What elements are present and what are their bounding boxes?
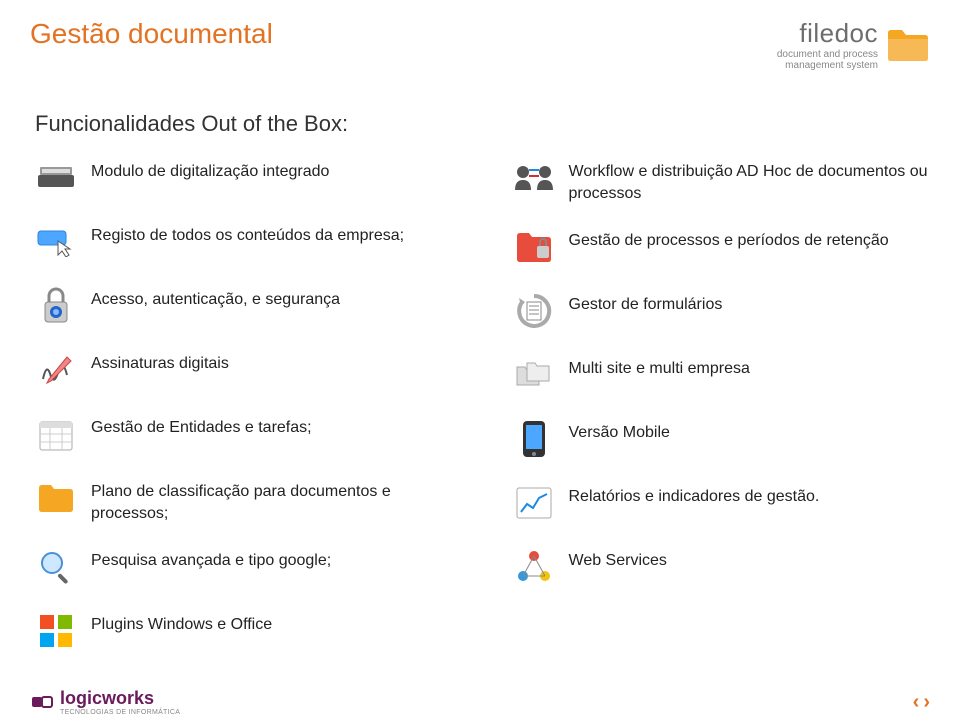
feature-item: Gestão de processos e períodos de retenç… bbox=[513, 226, 931, 268]
logo-name: filedoc bbox=[799, 18, 878, 49]
feature-item: Versão Mobile bbox=[513, 418, 931, 460]
left-column: Modulo de digitalização integrado Regist… bbox=[35, 157, 453, 652]
footer-logo: logicworks TECNOLOGIAS DE INFORMÁTICA bbox=[30, 688, 180, 716]
feature-label: Relatórios e indicadores de gestão. bbox=[569, 482, 820, 508]
feature-item: Pesquisa avançada e tipo google; bbox=[35, 546, 453, 588]
logo-tagline-2: management system bbox=[785, 60, 878, 71]
forms-cycle-icon bbox=[513, 290, 555, 332]
signature-icon bbox=[35, 349, 77, 391]
feature-item: Workflow e distribuição AD Hoc de docume… bbox=[513, 157, 931, 204]
search-icon bbox=[35, 546, 77, 588]
folder-plan-icon bbox=[35, 477, 77, 519]
feature-label: Gestão de Entidades e tarefas; bbox=[91, 413, 312, 439]
feature-item: Multi site e multi empresa bbox=[513, 354, 931, 396]
windows-office-icon bbox=[35, 610, 77, 652]
feature-label: Plugins Windows e Office bbox=[91, 610, 272, 636]
feature-item: Plano de classificação para documentos e… bbox=[35, 477, 453, 524]
feature-label: Gestão de processos e períodos de retenç… bbox=[569, 226, 889, 252]
logicworks-icon bbox=[30, 690, 54, 714]
feature-label: Web Services bbox=[569, 546, 667, 572]
feature-label: Registo de todos os conteúdos da empresa… bbox=[91, 221, 404, 247]
cursor-button-icon bbox=[35, 221, 77, 263]
workflow-users-icon bbox=[513, 157, 555, 199]
footer-tagline: TECNOLOGIAS DE INFORMÁTICA bbox=[60, 709, 180, 716]
feature-item: Gestão de Entidades e tarefas; bbox=[35, 413, 453, 455]
right-column: Workflow e distribuição AD Hoc de docume… bbox=[513, 157, 931, 652]
feature-label: Modulo de digitalização integrado bbox=[91, 157, 329, 183]
feature-item: Web Services bbox=[513, 546, 931, 588]
feature-item: Plugins Windows e Office bbox=[35, 610, 453, 652]
chart-icon bbox=[513, 482, 555, 524]
feature-label: Pesquisa avançada e tipo google; bbox=[91, 546, 331, 572]
footer-company: logicworks bbox=[60, 688, 180, 709]
logo-tagline-1: document and process bbox=[777, 49, 878, 60]
prev-button[interactable]: ‹ bbox=[913, 691, 920, 714]
feature-item: Acesso, autenticação, e segurança bbox=[35, 285, 453, 327]
calendar-icon bbox=[35, 413, 77, 455]
webservices-icon bbox=[513, 546, 555, 588]
feature-label: Assinaturas digitais bbox=[91, 349, 229, 375]
next-button[interactable]: › bbox=[923, 691, 930, 714]
feature-label: Acesso, autenticação, e segurança bbox=[91, 285, 340, 311]
scanner-icon bbox=[35, 157, 77, 199]
feature-label: Gestor de formulários bbox=[569, 290, 723, 316]
feature-label: Plano de classificação para documentos e… bbox=[91, 477, 453, 524]
feature-label: Versão Mobile bbox=[569, 418, 670, 444]
feature-item: Gestor de formulários bbox=[513, 290, 931, 332]
feature-label: Multi site e multi empresa bbox=[569, 354, 750, 380]
multisite-folders-icon bbox=[513, 354, 555, 396]
feature-item: Modulo de digitalização integrado bbox=[35, 157, 453, 199]
page-title: Gestão documental bbox=[30, 18, 273, 50]
folder-lock-icon bbox=[513, 226, 555, 268]
brand-logo: filedoc document and process management … bbox=[777, 18, 930, 71]
feature-item: Registo de todos os conteúdos da empresa… bbox=[35, 221, 453, 263]
section-subtitle: Funcionalidades Out of the Box: bbox=[0, 71, 960, 157]
lock-icon bbox=[35, 285, 77, 327]
feature-item: Relatórios e indicadores de gestão. bbox=[513, 482, 931, 524]
folder-icon bbox=[886, 27, 930, 63]
feature-item: Assinaturas digitais bbox=[35, 349, 453, 391]
mobile-icon bbox=[513, 418, 555, 460]
feature-label: Workflow e distribuição AD Hoc de docume… bbox=[569, 157, 931, 204]
